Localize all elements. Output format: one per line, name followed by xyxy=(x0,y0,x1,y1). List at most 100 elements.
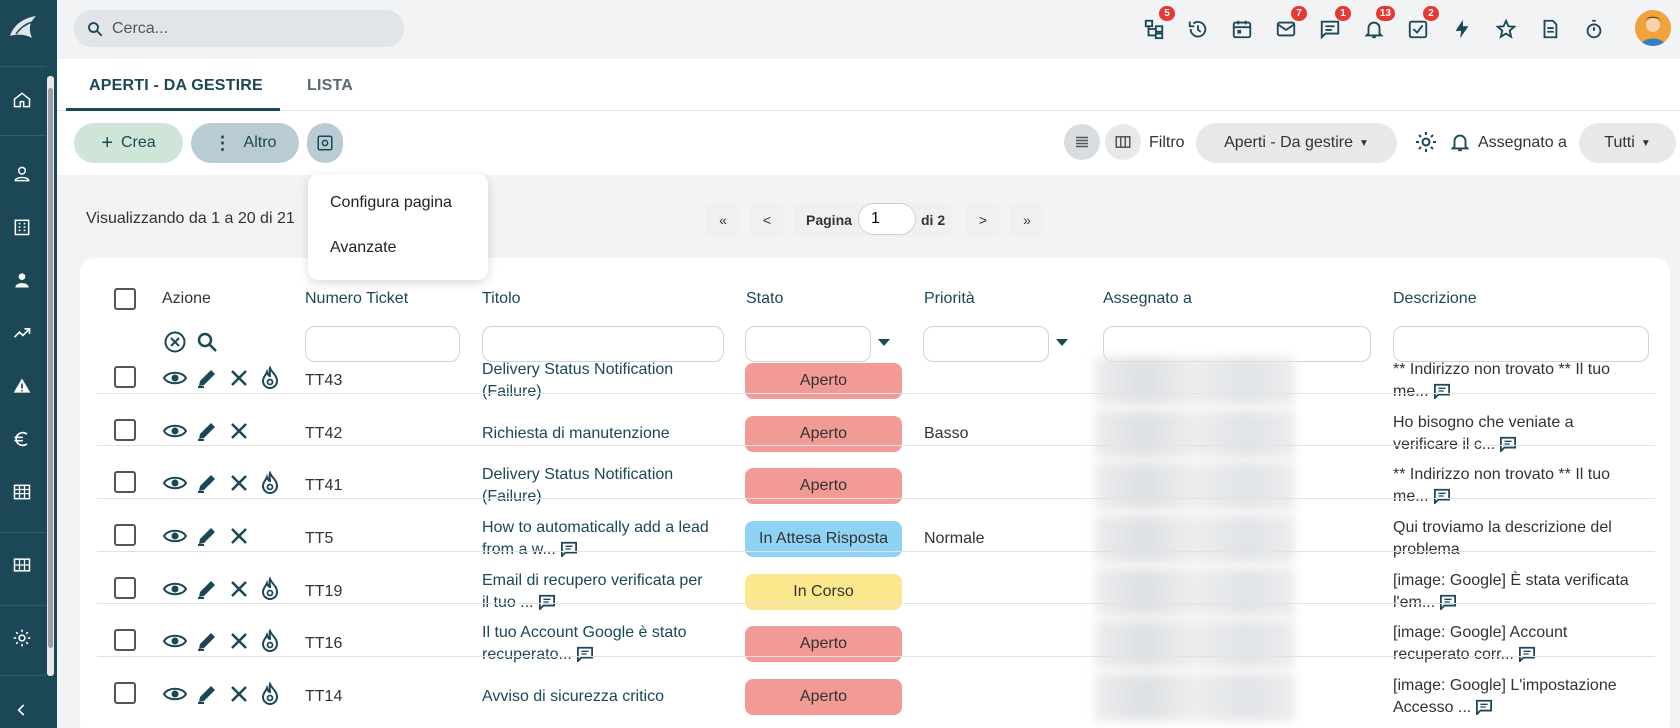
title-line[interactable]: Email di recupero verificata per xyxy=(482,572,703,589)
message-icon[interactable] xyxy=(1499,436,1517,452)
fire-icon[interactable] xyxy=(257,365,283,391)
edit-icon[interactable] xyxy=(194,470,220,496)
ticket-filter-input[interactable] xyxy=(305,326,460,362)
delete-icon[interactable] xyxy=(226,365,252,391)
ticket-title[interactable]: Richiesta di manutenzione xyxy=(482,423,732,445)
history-icon[interactable] xyxy=(1185,16,1211,42)
more-button[interactable]: ⋮ Altro xyxy=(191,123,299,163)
caret-down-icon[interactable] xyxy=(1056,339,1068,346)
row-checkbox[interactable] xyxy=(114,419,136,441)
fire-icon[interactable] xyxy=(257,681,283,707)
message-icon[interactable] xyxy=(576,646,594,662)
column-header-ticket[interactable]: Numero Ticket xyxy=(305,290,408,308)
building-icon[interactable] xyxy=(10,215,34,239)
caret-down-icon[interactable] xyxy=(878,339,890,346)
view-icon[interactable] xyxy=(162,523,188,549)
ticket-title[interactable]: Il tuo Account Google è stato recuperato.… xyxy=(482,622,732,666)
title-line[interactable]: (Failure) xyxy=(482,383,542,400)
view-icon[interactable] xyxy=(162,628,188,654)
page-number-input[interactable] xyxy=(858,203,916,235)
app-logo[interactable] xyxy=(6,10,42,46)
fire-icon[interactable] xyxy=(257,628,283,654)
view-icon[interactable] xyxy=(162,365,188,391)
star-icon[interactable] xyxy=(1493,16,1519,42)
priority-filter-select[interactable] xyxy=(923,326,1049,362)
column-view-button[interactable] xyxy=(1105,124,1141,160)
document-icon[interactable] xyxy=(1537,16,1563,42)
table-icon[interactable] xyxy=(10,480,34,504)
bolt-icon[interactable] xyxy=(1449,16,1475,42)
message-icon[interactable] xyxy=(1439,594,1457,610)
edit-icon[interactable] xyxy=(194,523,220,549)
ticket-number[interactable]: TT43 xyxy=(305,370,342,392)
edit-icon[interactable] xyxy=(194,418,220,444)
title-line[interactable]: Il tuo Account Google è stato xyxy=(482,624,687,641)
clear-filters-icon[interactable] xyxy=(162,329,188,355)
title-line[interactable]: from a w... xyxy=(482,541,556,558)
assigned-select[interactable]: Tutti ▼ xyxy=(1579,123,1676,163)
row-checkbox[interactable] xyxy=(114,471,136,493)
search-icon[interactable] xyxy=(194,329,220,355)
first-page-button[interactable]: « xyxy=(706,203,740,237)
message-icon[interactable] xyxy=(538,594,556,610)
message-icon[interactable] xyxy=(560,541,578,557)
next-page-button[interactable]: > xyxy=(966,203,1000,237)
last-page-button[interactable]: » xyxy=(1010,203,1044,237)
tab-lista[interactable]: LISTA xyxy=(307,77,353,95)
edit-icon[interactable] xyxy=(194,681,220,707)
menu-item-advanced[interactable]: Avanzate xyxy=(330,239,396,257)
view-icon[interactable] xyxy=(162,681,188,707)
timer-icon[interactable] xyxy=(1581,16,1607,42)
ticket-number[interactable]: TT5 xyxy=(305,528,333,550)
ticket-number[interactable]: TT16 xyxy=(305,633,342,655)
title-line[interactable]: Delivery Status Notification xyxy=(482,466,673,483)
edit-icon[interactable] xyxy=(194,576,220,602)
select-all-checkbox[interactable] xyxy=(114,288,136,310)
delete-icon[interactable] xyxy=(226,576,252,602)
view-icon[interactable] xyxy=(162,576,188,602)
page-settings-button[interactable] xyxy=(307,123,343,163)
chat-icon[interactable]: 1 xyxy=(1317,6,1351,42)
list-view-button[interactable] xyxy=(1064,124,1100,160)
title-filter-input[interactable] xyxy=(482,326,724,362)
contact-icon[interactable] xyxy=(10,162,34,186)
title-line[interactable]: Avviso di sicurezza critico xyxy=(482,688,664,705)
edit-icon[interactable] xyxy=(194,365,220,391)
prev-page-button[interactable]: < xyxy=(750,203,784,237)
ticket-title[interactable]: Delivery Status Notification (Failure) xyxy=(482,359,732,403)
column-header-status[interactable]: Stato xyxy=(746,290,783,308)
row-checkbox[interactable] xyxy=(114,366,136,388)
search-box[interactable] xyxy=(74,10,404,47)
fire-icon[interactable] xyxy=(257,576,283,602)
title-line[interactable]: recuperato... xyxy=(482,646,572,663)
user-icon[interactable] xyxy=(10,268,34,292)
scrollbar-thumb[interactable] xyxy=(48,88,53,648)
fire-icon[interactable] xyxy=(257,470,283,496)
bell-icon[interactable]: 13 xyxy=(1361,6,1395,42)
column-header-title[interactable]: Titolo xyxy=(482,290,521,308)
tasks-icon[interactable]: 2 xyxy=(1405,6,1439,42)
title-line[interactable]: How to automatically add a lead xyxy=(482,519,709,536)
delete-icon[interactable] xyxy=(226,418,252,444)
column-header-description[interactable]: Descrizione xyxy=(1393,290,1477,308)
view-icon[interactable] xyxy=(162,418,188,444)
description-filter-input[interactable] xyxy=(1393,326,1649,362)
row-checkbox[interactable] xyxy=(114,524,136,546)
delete-icon[interactable] xyxy=(226,523,252,549)
home-icon[interactable] xyxy=(10,88,34,112)
delete-icon[interactable] xyxy=(226,681,252,707)
ticket-number[interactable]: TT42 xyxy=(305,423,342,445)
row-checkbox[interactable] xyxy=(114,629,136,651)
message-icon[interactable] xyxy=(1518,646,1536,662)
title-line[interactable]: Delivery Status Notification xyxy=(482,361,673,378)
gear-icon[interactable] xyxy=(10,626,34,650)
ticket-title[interactable]: Avviso di sicurezza critico xyxy=(482,686,732,708)
menu-item-configure-page[interactable]: Configura pagina xyxy=(330,194,452,212)
collapse-icon[interactable] xyxy=(10,698,34,722)
row-checkbox[interactable] xyxy=(114,577,136,599)
search-input[interactable] xyxy=(112,19,372,38)
title-line[interactable]: (Failure) xyxy=(482,488,542,505)
message-icon[interactable] xyxy=(1433,488,1451,504)
sidebar-scrollbar[interactable] xyxy=(47,76,54,676)
column-header-priority[interactable]: Priorità xyxy=(924,290,975,308)
